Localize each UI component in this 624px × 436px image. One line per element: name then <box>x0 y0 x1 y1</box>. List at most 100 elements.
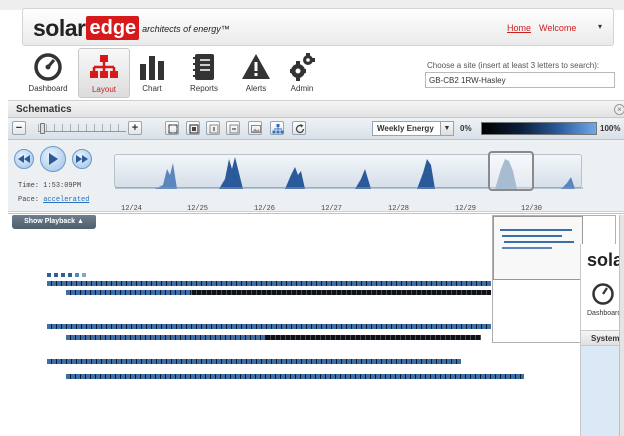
logo-text-solar: solar <box>33 14 86 41</box>
panel-string-cells <box>66 290 192 295</box>
timeline-window-handle[interactable] <box>488 151 534 191</box>
nav-layout[interactable]: Layout <box>78 48 130 98</box>
zoom-in-button[interactable]: + <box>128 121 142 135</box>
reports-icon <box>193 54 214 80</box>
view-panels-button[interactable] <box>186 121 200 135</box>
site-search-label: Choose a site (insert at least 3 letters… <box>427 61 600 70</box>
string-view-icon <box>209 124 219 134</box>
panel-module[interactable] <box>47 273 51 277</box>
fast-forward-icon <box>76 155 88 163</box>
preview-system-bar: System <box>581 330 624 346</box>
schematics-title: Schematics <box>16 104 72 115</box>
timeline-date: 12/27 <box>321 205 343 213</box>
panel-module[interactable] <box>75 273 79 277</box>
nav-chart[interactable]: Chart <box>126 48 178 98</box>
schematics-bar: Schematics × <box>8 100 624 118</box>
panel-module[interactable] <box>68 273 72 277</box>
zoom-slider-handle[interactable] <box>40 123 45 134</box>
nav-layout-label: Layout <box>91 85 117 94</box>
timeline-date: 12/30 <box>521 205 543 213</box>
preview-system-label: System <box>591 334 620 343</box>
energy-period-select[interactable]: Weekly Energy ▼ <box>372 121 454 136</box>
user-menu-caret[interactable]: ▾ <box>598 22 602 31</box>
pace-link[interactable]: accelerated <box>43 196 89 204</box>
scale-min-label: 0% <box>460 124 472 133</box>
timeline-date: 12/24 <box>121 205 143 213</box>
preview-dashboard-icon <box>592 283 614 305</box>
time-value: 1:53:09PM <box>43 182 82 190</box>
embedded-page-preview: sola Dashboard System <box>580 244 624 436</box>
welcome-text: Welcome <box>539 23 577 33</box>
panel-module[interactable] <box>61 273 65 277</box>
site-search-input[interactable] <box>425 72 615 88</box>
pace-label: Pace: <box>18 196 40 204</box>
nav-chart-label: Chart <box>142 84 162 93</box>
panel-string-row[interactable] <box>266 335 481 340</box>
nav-alerts-label: Alerts <box>245 84 267 93</box>
panel-string-cells <box>47 324 491 329</box>
chart-icon <box>140 56 164 80</box>
energy-timeline[interactable]: 12/24 12/25 12/26 12/27 12/28 12/29 12/3… <box>114 151 583 213</box>
time-label: Time: <box>18 182 40 190</box>
zoom-slider[interactable] <box>38 123 126 134</box>
panel-module[interactable] <box>54 273 58 277</box>
panel-string-row[interactable] <box>47 359 461 364</box>
preview-logo-text: sola <box>587 250 624 270</box>
nav-dashboard-label: Dashboard <box>28 84 68 93</box>
playback-pace: Pace: accelerated <box>18 196 89 204</box>
play-icon <box>49 153 58 165</box>
energy-period-value: Weekly Energy <box>377 124 434 133</box>
nav-admin[interactable]: Admin <box>276 48 328 98</box>
home-link[interactable]: Home <box>507 23 531 33</box>
panel-string-row[interactable] <box>47 324 491 329</box>
minimap-viewport[interactable] <box>493 216 583 280</box>
logical-layout-button[interactable] <box>270 121 284 135</box>
inverter-view-icon <box>229 124 239 134</box>
minus-icon: − <box>15 122 23 134</box>
view-inverters-button[interactable] <box>226 121 240 135</box>
image-icon <box>251 125 261 133</box>
zoom-out-button[interactable]: − <box>12 121 26 135</box>
refresh-icon <box>295 124 305 134</box>
rewind-button[interactable] <box>14 149 34 169</box>
panel-view-icon <box>189 124 199 134</box>
scale-max-label: 100% <box>600 124 621 133</box>
panel-module[interactable] <box>82 273 86 277</box>
nav-alerts[interactable]: Alerts <box>230 48 282 98</box>
solaredge-logo[interactable]: solar edge architects of energy™ <box>33 15 230 41</box>
playback-time: Time: 1:53:09PM <box>18 182 81 190</box>
panel-string-row[interactable] <box>47 281 491 286</box>
nav-dashboard[interactable]: Dashboard <box>22 48 74 98</box>
alerts-icon <box>242 54 270 79</box>
hierarchy-icon <box>272 124 284 134</box>
refresh-button[interactable] <box>292 121 306 135</box>
panel-string-cells <box>192 290 491 295</box>
layout-icon <box>90 55 118 78</box>
nav-reports[interactable]: Reports <box>178 48 230 98</box>
panel-string-cells <box>66 335 266 340</box>
panel-string-row[interactable] <box>66 335 266 340</box>
vertical-scrollbar[interactable] <box>619 215 624 436</box>
rewind-icon <box>18 155 30 163</box>
logo-tagline: architects of energy™ <box>142 24 230 34</box>
panel-string-cells <box>47 359 461 364</box>
close-schematics-icon[interactable]: × <box>614 104 624 115</box>
preview-dashboard-label: Dashboard <box>587 310 622 317</box>
fit-to-screen-button[interactable] <box>165 121 179 135</box>
nav-reports-label: Reports <box>189 84 218 93</box>
fast-forward-button[interactable] <box>72 149 92 169</box>
image-button[interactable] <box>248 121 262 135</box>
panel-string-row[interactable] <box>66 374 524 379</box>
play-button[interactable] <box>40 146 66 172</box>
minimap-preview <box>500 229 574 249</box>
panel-string-cells <box>266 335 481 340</box>
panel-string-row[interactable] <box>66 290 192 295</box>
panel-string-row[interactable] <box>192 290 491 295</box>
show-playback-button[interactable]: Show Playback ▲ <box>12 215 96 229</box>
energy-color-scale <box>481 122 597 135</box>
view-strings-button[interactable] <box>206 121 220 135</box>
panel-string-cells <box>47 281 491 286</box>
preview-content-fill <box>581 346 624 436</box>
playback-divider <box>8 213 624 214</box>
dropdown-arrow-icon: ▼ <box>440 122 453 135</box>
